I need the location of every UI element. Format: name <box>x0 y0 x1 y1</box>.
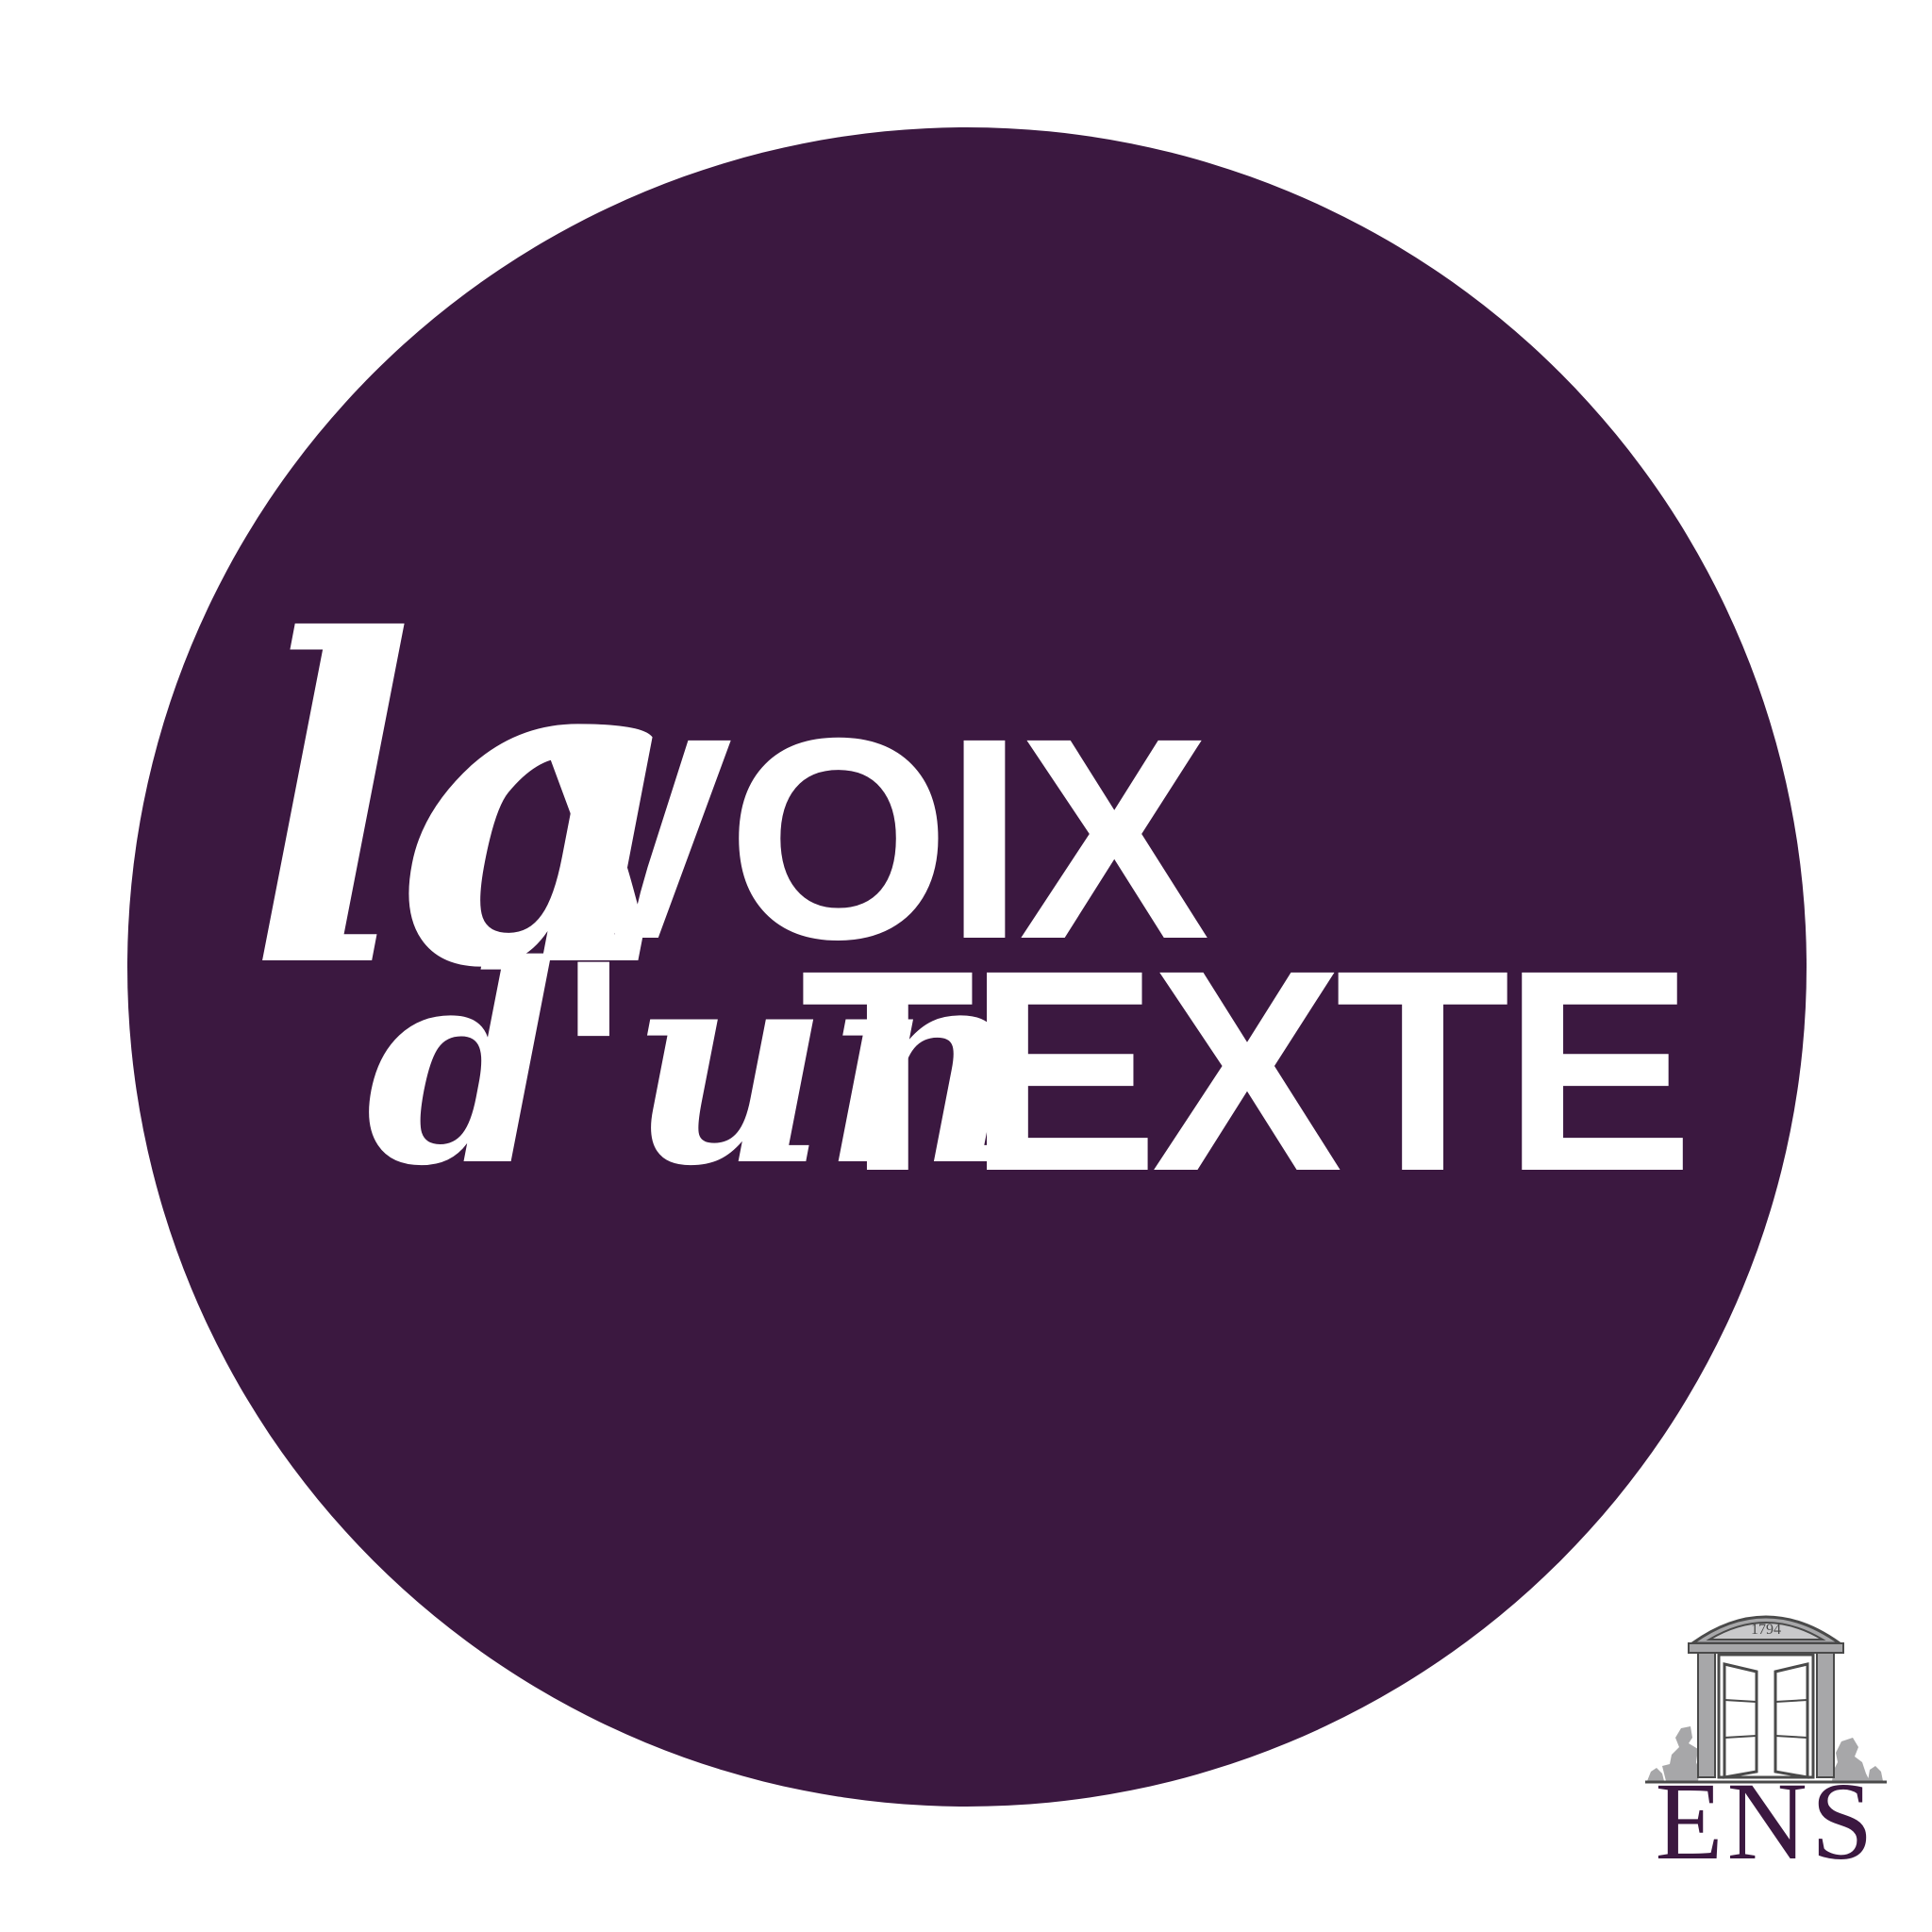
ens-letters: ENS <box>1655 1759 1877 1883</box>
title-word-texte: TEXTE <box>800 911 1694 1231</box>
podcast-cover: la VOIX d'un TEXTE 1794 ENS <box>0 0 1932 1932</box>
entablature <box>1688 1642 1844 1654</box>
emblem-year: 1794 <box>1751 1622 1781 1638</box>
